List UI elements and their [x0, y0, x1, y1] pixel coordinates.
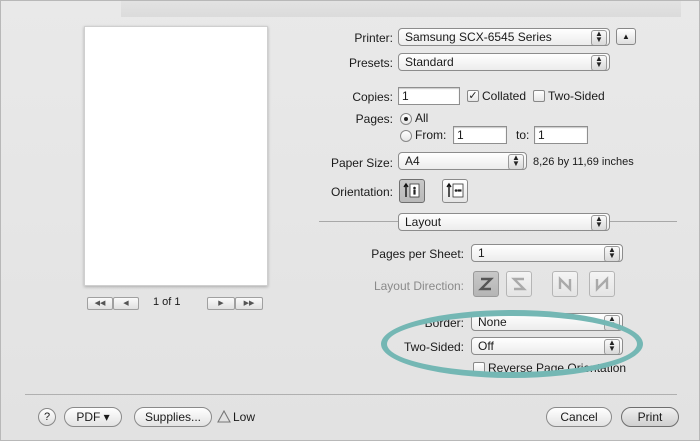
- disclosure-up-icon: ▲: [622, 32, 630, 41]
- pages-per-sheet-popup[interactable]: 1 ▲ ▼: [471, 244, 623, 262]
- printer-label: Printer:: [354, 31, 393, 45]
- popup-arrows-icon: ▲ ▼: [591, 215, 607, 230]
- pages-per-sheet-label: Pages per Sheet:: [371, 247, 464, 261]
- layout-direction-n-reverse-button[interactable]: [552, 271, 578, 297]
- pages-from-field[interactable]: 1: [453, 126, 507, 144]
- popup-arrows-icon: ▲ ▼: [604, 246, 620, 261]
- page-indicator: 1 of 1: [153, 296, 181, 308]
- supplies-low-label: Low: [233, 410, 256, 424]
- collated-label: Collated: [482, 89, 527, 103]
- pages-from-label: From:: [415, 128, 447, 142]
- z-direction-icon: [478, 277, 494, 291]
- popup-arrows-icon: ▲ ▼: [591, 30, 607, 45]
- prev-page-button[interactable]: ◀: [113, 297, 139, 310]
- pages-to-label: to:: [516, 128, 530, 142]
- layout-direction-z-button[interactable]: [473, 271, 499, 297]
- pages-all-radio[interactable]: [400, 113, 412, 125]
- layout-direction-n-button[interactable]: [589, 271, 615, 297]
- warning-icon: [217, 410, 231, 423]
- printer-popup[interactable]: Samsung SCX-6545 Series ▲ ▼: [398, 28, 610, 46]
- presets-label: Presets:: [348, 56, 393, 70]
- copies-label: Copies:: [352, 90, 393, 104]
- pages-per-sheet-value: 1: [478, 246, 485, 260]
- s-direction-icon: [511, 277, 527, 291]
- paper-size-popup[interactable]: A4 ▲ ▼: [398, 152, 527, 170]
- collated-checkbox[interactable]: ✓: [467, 90, 479, 102]
- print-button[interactable]: Print: [621, 407, 679, 427]
- background-window-toolbar: [121, 1, 681, 17]
- popup-arrows-icon: ▲ ▼: [508, 154, 524, 169]
- pages-to-field[interactable]: 1: [534, 126, 588, 144]
- two-sided-copies-label: Two-Sided: [548, 89, 605, 103]
- pdf-button[interactable]: PDF ▾: [64, 407, 122, 427]
- section-value: Layout: [405, 215, 442, 229]
- next-page-button[interactable]: ▶: [207, 297, 235, 310]
- orientation-landscape-button[interactable]: [442, 179, 468, 203]
- bottom-divider: [25, 394, 677, 395]
- first-page-button[interactable]: ◀◀: [87, 297, 113, 310]
- paper-size-label: Paper Size:: [330, 156, 393, 170]
- orientation-label: Orientation:: [330, 185, 393, 199]
- two-sided-checkbox[interactable]: [533, 90, 545, 102]
- n-direction-icon: [595, 276, 609, 292]
- expand-dialog-button[interactable]: ▲: [616, 28, 636, 45]
- layout-direction-s-button[interactable]: [506, 271, 532, 297]
- n-reverse-direction-icon: [558, 276, 572, 292]
- popup-arrows-icon: ▲ ▼: [591, 55, 607, 70]
- page-preview: [84, 26, 268, 286]
- help-icon: ?: [43, 411, 51, 423]
- paper-dimensions: 8,26 by 11,69 inches: [533, 156, 634, 168]
- presets-popup[interactable]: Standard ▲ ▼: [398, 53, 610, 71]
- pages-label: Pages:: [355, 112, 393, 126]
- printer-value: Samsung SCX-6545 Series: [405, 30, 552, 44]
- help-button[interactable]: ?: [38, 408, 56, 426]
- pages-all-label: All: [415, 111, 429, 125]
- pages-from-radio[interactable]: [400, 130, 412, 142]
- presets-value: Standard: [405, 55, 454, 69]
- copies-field[interactable]: 1: [398, 87, 460, 105]
- layout-direction-label: Layout Direction:: [373, 279, 464, 293]
- supplies-button[interactable]: Supplies...: [134, 407, 212, 427]
- orientation-portrait-button[interactable]: [399, 179, 425, 203]
- portrait-icon: [403, 182, 420, 198]
- cancel-button[interactable]: Cancel: [546, 407, 612, 427]
- print-dialog: ◀◀ ◀ 1 of 1 ▶ ▶▶ Printer: Samsung SCX-65…: [0, 0, 700, 441]
- last-page-button[interactable]: ▶▶: [235, 297, 263, 310]
- section-popup[interactable]: Layout ▲ ▼: [398, 213, 610, 231]
- highlight-ring: [381, 310, 643, 378]
- landscape-icon: [446, 182, 464, 198]
- paper-size-value: A4: [405, 154, 420, 168]
